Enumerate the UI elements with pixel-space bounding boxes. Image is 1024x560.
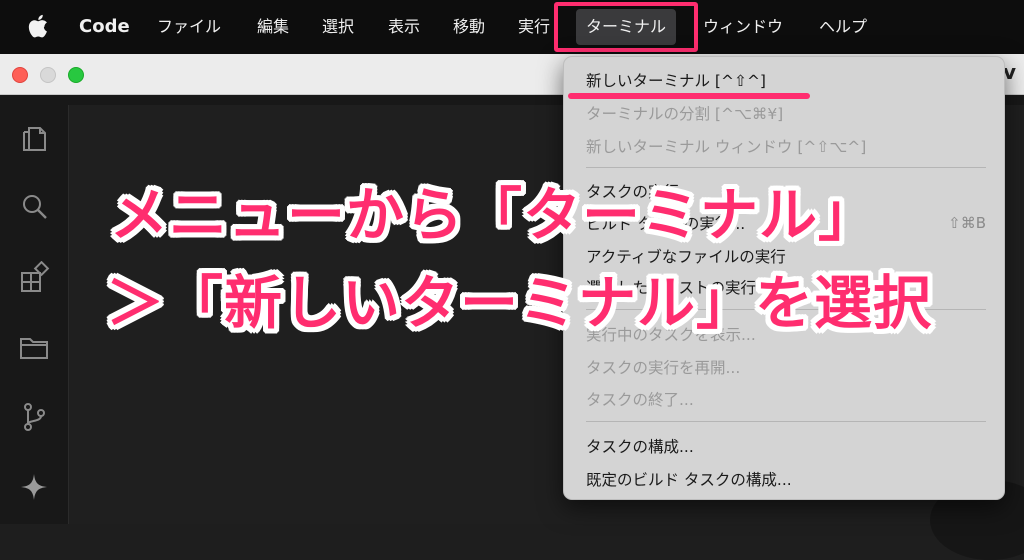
menu-item-configure-tasks[interactable]: タスクの構成...	[586, 435, 694, 457]
source-control-icon[interactable]	[18, 401, 50, 433]
extensions-icon[interactable]	[18, 260, 50, 293]
menu-window[interactable]: ウィンドウ	[703, 0, 783, 54]
menu-item-new-terminal[interactable]: 新しいターミナル [^⇧^]	[586, 69, 766, 91]
menu-separator	[586, 421, 986, 422]
menu-go[interactable]: 移動	[453, 0, 485, 54]
menu-view[interactable]: 表示	[388, 0, 420, 54]
folder-icon[interactable]	[18, 331, 50, 363]
menu-app-name[interactable]: Code	[79, 0, 130, 54]
activity-bar	[0, 105, 69, 524]
menu-file[interactable]: ファイル	[157, 0, 221, 54]
menu-item-split-terminal[interactable]: ターミナルの分割 [^⌥⌘¥]	[586, 102, 783, 124]
menu-item-configure-default-build-task[interactable]: 既定のビルド タスクの構成...	[586, 468, 792, 490]
menu-item-new-terminal-window[interactable]: 新しいターミナル ウィンドウ [^⇧⌥^]	[586, 135, 866, 157]
terminal-menu-highlight-box	[554, 2, 698, 52]
apple-icon[interactable]	[28, 12, 52, 40]
caption-line-1: メニューから「ターミナル」	[110, 181, 878, 249]
close-window-button[interactable]	[12, 67, 28, 83]
menu-edit[interactable]: 編集	[257, 0, 289, 54]
sparkle-icon[interactable]	[18, 471, 50, 503]
build-task-shortcut: ⇧⌘B	[948, 214, 986, 232]
menu-item-terminate-task[interactable]: タスクの終了...	[586, 388, 694, 410]
minimize-window-button[interactable]	[40, 67, 56, 83]
menu-selection[interactable]: 選択	[322, 0, 354, 54]
menu-item-restart-task[interactable]: タスクの実行を再開...	[586, 356, 740, 378]
search-icon[interactable]	[18, 191, 50, 223]
new-terminal-underline	[568, 93, 810, 99]
explorer-icon[interactable]	[18, 121, 50, 153]
menu-help[interactable]: ヘルプ	[819, 0, 867, 54]
menu-run[interactable]: 実行	[518, 0, 550, 54]
caption-line-2: ＞「新しいターミナル」を選択	[106, 269, 933, 337]
maximize-window-button[interactable]	[68, 67, 84, 83]
menu-bar: Code ファイル 編集 選択 表示 移動 実行 ターミナル ウィンドウ ヘルプ	[0, 0, 1024, 54]
